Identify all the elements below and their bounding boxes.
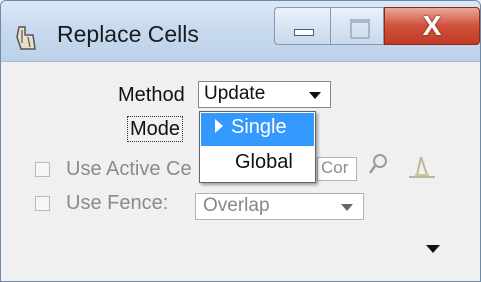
use-active-cell-label: Use Active Ce [66,158,192,180]
method-value: Update [204,83,266,104]
close-icon: X [422,10,442,41]
title-bar[interactable]: Replace Cells X [1,1,480,62]
active-cell-name-field[interactable]: Cor [317,157,357,181]
mode-option-single[interactable]: Single [201,113,314,146]
use-fence-label: Use Fence: [66,192,169,214]
expand-more-icon[interactable] [426,245,440,253]
method-select[interactable]: Update [198,81,331,108]
mode-option-label: Single [231,116,287,138]
place-cell-icon[interactable] [405,153,439,181]
use-active-cell-checkbox[interactable] [35,162,50,177]
mode-dropdown-list: Single Global [199,111,316,183]
zoom-icon[interactable] [367,151,391,179]
chevron-down-icon[interactable] [341,204,353,211]
selected-arrow-icon [215,119,223,134]
chevron-down-icon[interactable] [309,92,321,99]
cell-replace-icon [16,26,36,50]
fence-mode-select[interactable]: Overlap [195,193,364,220]
method-label: Method [118,84,185,106]
mode-label: Mode [127,116,184,142]
replace-cells-window: Replace Cells X Method Update Mode Use A… [0,0,481,282]
minimize-icon [294,29,314,36]
maximize-icon [350,19,370,39]
close-button[interactable]: X [384,7,480,45]
minimize-button[interactable] [274,7,330,45]
mode-option-global[interactable]: Global [201,147,314,180]
use-fence-checkbox[interactable] [35,196,50,211]
mode-option-label: Global [235,151,293,173]
window-title: Replace Cells [57,21,199,47]
maximize-button[interactable] [330,7,384,45]
fence-mode-value: Overlap [203,195,270,216]
